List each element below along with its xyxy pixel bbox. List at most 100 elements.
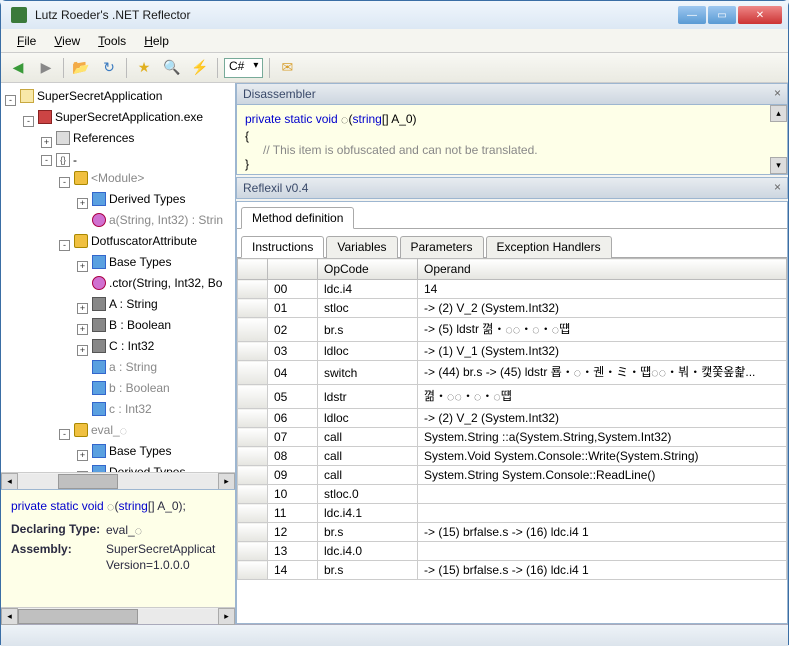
tree-module[interactable]: <Module> bbox=[72, 169, 146, 187]
forward-button[interactable]: ▶ bbox=[35, 57, 57, 79]
expand-toggle[interactable]: - bbox=[5, 95, 16, 106]
cell-index[interactable]: 04 bbox=[268, 361, 318, 385]
cell-index[interactable]: 11 bbox=[268, 504, 318, 523]
row-header-cell[interactable] bbox=[238, 280, 268, 299]
cell-index[interactable]: 07 bbox=[268, 428, 318, 447]
tree-field-a[interactable]: a : String bbox=[90, 358, 159, 376]
cell-index[interactable]: 13 bbox=[268, 542, 318, 561]
cell-opcode[interactable]: ldc.i4.1 bbox=[318, 504, 418, 523]
row-header-cell[interactable] bbox=[238, 318, 268, 342]
col-opcode[interactable]: OpCode bbox=[318, 259, 418, 280]
row-header-cell[interactable] bbox=[238, 561, 268, 580]
row-header-cell[interactable] bbox=[238, 447, 268, 466]
menu-tools[interactable]: Tools bbox=[90, 32, 134, 50]
back-button[interactable]: ◀ bbox=[7, 57, 29, 79]
tab-variables[interactable]: Variables bbox=[326, 236, 397, 258]
cell-operand[interactable]: System.String ::a(System.String,System.I… bbox=[418, 428, 787, 447]
cell-index[interactable]: 10 bbox=[268, 485, 318, 504]
table-row[interactable]: 02br.s-> (5) ldstr 껾・ᜀᜀ・ᜀ・ᜀ떕 bbox=[238, 318, 787, 342]
cell-opcode[interactable]: call bbox=[318, 466, 418, 485]
tree-base-types[interactable]: Base Types bbox=[90, 253, 173, 271]
cell-index[interactable]: 02 bbox=[268, 318, 318, 342]
cell-index[interactable]: 08 bbox=[268, 447, 318, 466]
table-row[interactable]: 11ldc.i4.1 bbox=[238, 504, 787, 523]
lightning-button[interactable]: ⚡ bbox=[189, 57, 211, 79]
cell-operand[interactable]: -> (2) V_2 (System.Int32) bbox=[418, 299, 787, 318]
table-row[interactable]: 00ldc.i414 bbox=[238, 280, 787, 299]
table-row[interactable]: 04switch-> (44) br.s -> (45) ldstr 룝・ᜀ・궨… bbox=[238, 361, 787, 385]
cell-operand[interactable]: -> (44) br.s -> (45) ldstr 룝・ᜀ・궨・ミ・떕ᜀᜀ・붜… bbox=[418, 361, 787, 385]
row-header-cell[interactable] bbox=[238, 485, 268, 504]
cell-opcode[interactable]: stloc.0 bbox=[318, 485, 418, 504]
table-row[interactable]: 03ldloc-> (1) V_1 (System.Int32) bbox=[238, 342, 787, 361]
tree-hscrollbar[interactable]: ◂ ▸ bbox=[1, 472, 235, 489]
cell-operand[interactable]: System.String System.Console::ReadLine() bbox=[418, 466, 787, 485]
favorites-button[interactable]: ★ bbox=[133, 57, 155, 79]
tree-references[interactable]: References bbox=[54, 129, 136, 147]
tree-exe[interactable]: SuperSecretApplication.exe bbox=[36, 108, 205, 126]
cell-operand[interactable]: -> (5) ldstr 껾・ᜀᜀ・ᜀ・ᜀ떕 bbox=[418, 318, 787, 342]
refresh-button[interactable]: ↻ bbox=[98, 57, 120, 79]
cell-operand[interactable] bbox=[418, 504, 787, 523]
close-icon[interactable]: × bbox=[774, 180, 781, 194]
cell-operand[interactable]: -> (2) V_2 (System.Int32) bbox=[418, 409, 787, 428]
scroll-up-icon[interactable]: ▴ bbox=[770, 105, 787, 122]
tree-prop-c[interactable]: C : Int32 bbox=[90, 337, 156, 355]
scroll-thumb[interactable] bbox=[58, 474, 118, 489]
minimize-button[interactable]: — bbox=[678, 6, 706, 24]
row-header-cell[interactable] bbox=[238, 542, 268, 561]
cell-index[interactable]: 03 bbox=[268, 342, 318, 361]
menu-file[interactable]: File bbox=[9, 32, 44, 50]
close-button[interactable]: ✕ bbox=[738, 6, 782, 24]
row-header-cell[interactable] bbox=[238, 299, 268, 318]
menu-help[interactable]: Help bbox=[136, 32, 177, 50]
language-combo[interactable]: C# bbox=[224, 58, 263, 78]
cell-operand[interactable]: System.Void System.Console::Write(System… bbox=[418, 447, 787, 466]
tab-exception-handlers[interactable]: Exception Handlers bbox=[486, 236, 612, 258]
instruction-grid[interactable]: OpCode Operand 00ldc.i41401stloc-> (2) V… bbox=[237, 258, 787, 623]
row-header-cell[interactable] bbox=[238, 361, 268, 385]
cell-operand[interactable]: 14 bbox=[418, 280, 787, 299]
scroll-down-icon[interactable]: ▾ bbox=[770, 157, 787, 174]
tree-namespace[interactable]: {}- bbox=[54, 151, 79, 169]
row-header-cell[interactable] bbox=[238, 523, 268, 542]
search-button[interactable]: 🔍 bbox=[161, 57, 183, 79]
tree-view[interactable]: -SuperSecretApplication -SuperSecretAppl… bbox=[1, 83, 235, 472]
col-operand[interactable]: Operand bbox=[418, 259, 787, 280]
row-header-cell[interactable] bbox=[238, 409, 268, 428]
tree-eval[interactable]: eval_ᜀ bbox=[72, 421, 129, 439]
disassembler-header[interactable]: Disassembler × bbox=[236, 83, 788, 105]
tree-derived-types[interactable]: Derived Types bbox=[90, 190, 187, 208]
table-row[interactable]: 14br.s-> (15) brfalse.s -> (16) ldc.i4 1 bbox=[238, 561, 787, 580]
cell-operand[interactable]: -> (15) brfalse.s -> (16) ldc.i4 1 bbox=[418, 561, 787, 580]
table-row[interactable]: 08callSystem.Void System.Console::Write(… bbox=[238, 447, 787, 466]
row-header-cell[interactable] bbox=[238, 428, 268, 447]
tree-method-a[interactable]: a(String, Int32) : Strin bbox=[90, 211, 225, 229]
row-header-cell[interactable] bbox=[238, 342, 268, 361]
cell-opcode[interactable]: call bbox=[318, 447, 418, 466]
cell-index[interactable]: 06 bbox=[268, 409, 318, 428]
row-header-cell[interactable] bbox=[238, 504, 268, 523]
tree-field-c[interactable]: c : Int32 bbox=[90, 400, 154, 418]
close-icon[interactable]: × bbox=[774, 86, 781, 100]
cell-opcode[interactable]: ldc.i4.0 bbox=[318, 542, 418, 561]
cell-opcode[interactable]: ldstr bbox=[318, 385, 418, 409]
cell-index[interactable]: 01 bbox=[268, 299, 318, 318]
cell-operand[interactable]: -> (1) V_1 (System.Int32) bbox=[418, 342, 787, 361]
tree-ctor-str[interactable]: .ctor(String, Int32, Bo bbox=[90, 274, 224, 292]
tree-prop-b[interactable]: B : Boolean bbox=[90, 316, 173, 334]
table-row[interactable]: 12br.s-> (15) brfalse.s -> (16) ldc.i4 1 bbox=[238, 523, 787, 542]
table-row[interactable]: 09callSystem.String System.Console::Read… bbox=[238, 466, 787, 485]
cell-operand[interactable] bbox=[418, 542, 787, 561]
tab-method-definition[interactable]: Method definition bbox=[241, 207, 354, 229]
cell-opcode[interactable]: call bbox=[318, 428, 418, 447]
cell-opcode[interactable]: ldloc bbox=[318, 409, 418, 428]
info-hscrollbar[interactable]: ◂ ▸ bbox=[1, 607, 235, 624]
cell-opcode[interactable]: br.s bbox=[318, 561, 418, 580]
cell-operand[interactable] bbox=[418, 485, 787, 504]
cell-index[interactable]: 14 bbox=[268, 561, 318, 580]
cell-index[interactable]: 05 bbox=[268, 385, 318, 409]
cell-operand[interactable]: 껾・ᜀᜀ・ᜀ・ᜀ떕 bbox=[418, 385, 787, 409]
cell-opcode[interactable]: br.s bbox=[318, 523, 418, 542]
table-row[interactable]: 05ldstr껾・ᜀᜀ・ᜀ・ᜀ떕 bbox=[238, 385, 787, 409]
